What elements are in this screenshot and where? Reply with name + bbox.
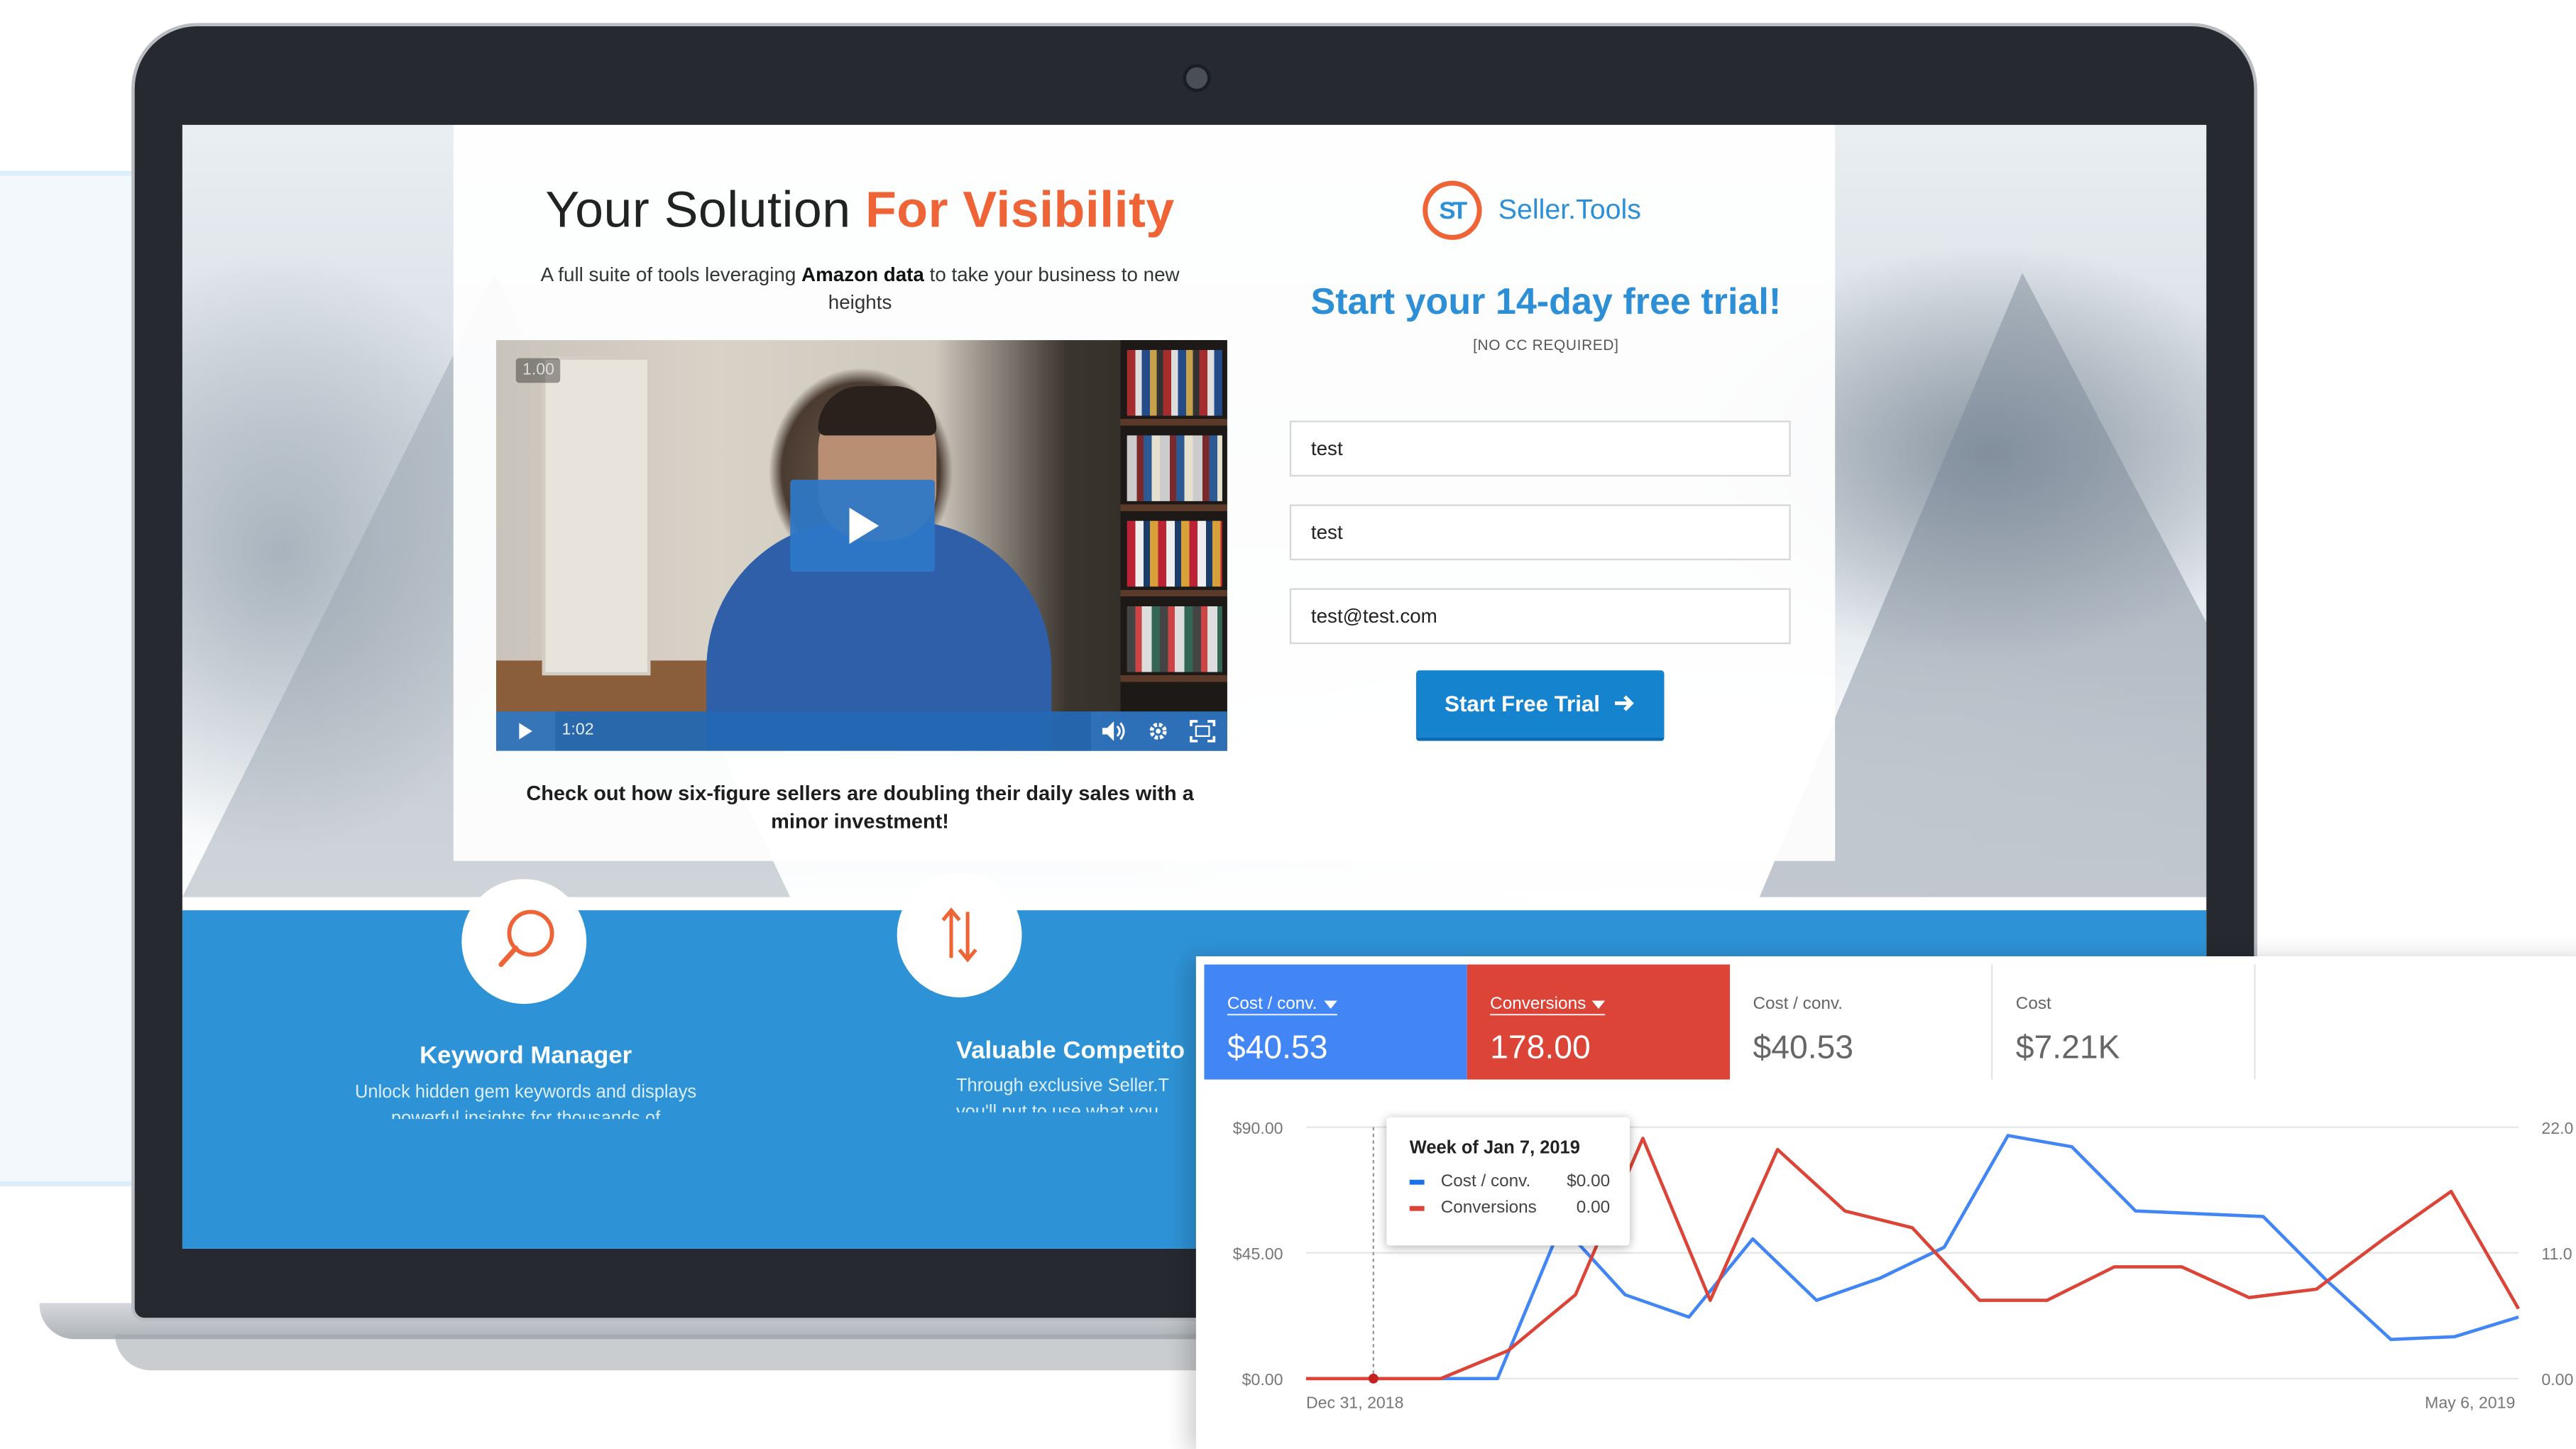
y2-tick-label: 22.0 (2541, 1119, 2573, 1137)
chart-tooltip: Week of Jan 7, 2019 Cost / conv. $0.00 C… (1386, 1117, 1630, 1246)
tooltip-title: Week of Jan 7, 2019 (1409, 1138, 1580, 1159)
feature-title: Keyword Manager (420, 1041, 632, 1070)
logo-text: Seller.Tools (1498, 194, 1641, 226)
video-door (542, 356, 651, 676)
y-tick-label: $90.00 (1233, 1119, 1283, 1137)
subhead-pre: A full suite of tools leveraging (540, 263, 802, 286)
video-books (1127, 349, 1222, 416)
hover-point (1368, 1373, 1379, 1384)
first-name-field[interactable] (1289, 420, 1791, 477)
tooltip-row: Cost / conv. $0.00 (1409, 1171, 1611, 1194)
headline-plain: Your Solution (545, 180, 866, 239)
play-icon (849, 508, 879, 545)
tooltip-series-name: Cost / conv. (1440, 1171, 1531, 1191)
settings-gear-icon[interactable] (1146, 711, 1169, 751)
email-field[interactable] (1289, 588, 1791, 645)
logo-icon: ST (1423, 180, 1482, 240)
headline-accent: For Visibility (865, 180, 1175, 239)
keyword-feature-badge (461, 879, 587, 1005)
start-free-trial-button[interactable]: Start Free Trial (1416, 670, 1665, 741)
y-tick-label: $0.00 (1242, 1370, 1283, 1389)
tooltip-series-value: 0.00 (1576, 1198, 1611, 1218)
series-swatch (1409, 1205, 1425, 1211)
video-books (1127, 606, 1222, 672)
hero-card: Your Solution For Visibility A full suit… (453, 124, 1836, 861)
feature-desc: Through exclusive Seller.T you'll put to… (955, 1076, 1169, 1112)
last-name-field[interactable] (1289, 504, 1791, 561)
trial-subheading: [NO CC REQUIRED] (1473, 337, 1619, 354)
trial-heading: Start your 14-day free trial! (1310, 280, 1782, 322)
video-person-hair (818, 386, 937, 436)
y2-tick-label: 0.00 (2541, 1370, 2573, 1389)
y2-tick-label: 11.0 (2541, 1245, 2572, 1263)
sort-arrows-icon (941, 907, 977, 963)
video-player[interactable]: 1.00 1:02 (495, 340, 1227, 751)
video-time: 1:02 (561, 721, 594, 740)
video-progress-bar[interactable] (555, 711, 1091, 751)
logo-mark: ST (1439, 197, 1467, 226)
subhead-bold: Amazon data (801, 263, 924, 286)
video-books (1127, 435, 1222, 501)
page-title: Your Solution For Visibility (454, 181, 1267, 240)
camera-icon (1183, 64, 1211, 92)
subheadline: A full suite of tools leveraging Amazon … (519, 261, 1200, 317)
tooltip-series-name: Conversions (1440, 1198, 1537, 1218)
play-button[interactable] (790, 479, 935, 572)
playback-rate[interactable]: 1.00 (515, 358, 561, 383)
series-swatch (1409, 1179, 1425, 1185)
tooltip-series-value: $0.00 (1567, 1171, 1611, 1191)
arrow-right-icon (1614, 695, 1634, 711)
x-tick-label: Dec 31, 2018 (1306, 1393, 1404, 1411)
small-play-icon[interactable] (517, 711, 534, 751)
video-caption: Check out how six-figure sellers are dou… (526, 782, 1194, 833)
competitor-feature-badge (897, 872, 1022, 997)
volume-icon[interactable] (1101, 711, 1127, 751)
x-tick-label: May 6, 2019 (2425, 1393, 2515, 1411)
feature-title: Valuable Competito (955, 1037, 1185, 1065)
fullscreen-icon[interactable] (1188, 711, 1217, 751)
y-tick-label: $45.00 (1233, 1245, 1283, 1263)
cta-label: Start Free Trial (1445, 691, 1600, 717)
video-books (1127, 520, 1222, 587)
video-controls: 1:02 (495, 711, 1227, 751)
brand-logo[interactable]: ST Seller.Tools (1423, 177, 1653, 250)
tooltip-row: Conversions 0.00 (1409, 1198, 1611, 1220)
feature-desc: Unlock hidden gem keywords and displays … (355, 1083, 697, 1119)
magnifier-icon (498, 909, 554, 968)
